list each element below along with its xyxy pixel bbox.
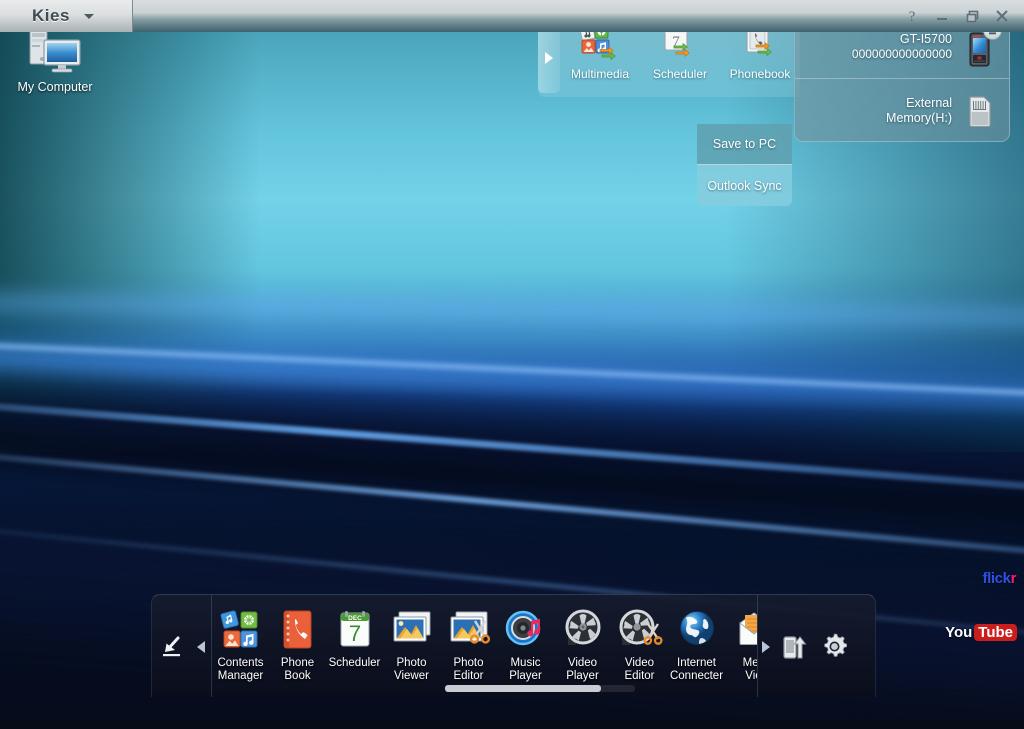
close-button[interactable] xyxy=(988,3,1016,29)
dock-item-photo-editor[interactable]: Photo Editor xyxy=(440,607,497,683)
internet-connecter-icon xyxy=(679,611,714,645)
settings-button[interactable] xyxy=(820,632,849,661)
device-row-external-memory[interactable]: External Memory(H:) xyxy=(795,79,1009,141)
dock-scrollbar-thumb[interactable] xyxy=(445,685,601,692)
youtube-logo-part2: Tube xyxy=(974,624,1017,641)
flickr-logo-part1: flick xyxy=(982,570,1011,587)
dock-item-label: MesVie xyxy=(742,657,757,682)
gear-icon xyxy=(824,633,847,657)
easy-start-item-label: Phonebook xyxy=(729,67,791,81)
title-bar: Kies ? xyxy=(0,0,1024,32)
easy-start-dropdown-menu: Save to PC Outlook Sync xyxy=(697,124,792,206)
device-serial: 000000000000000 xyxy=(851,46,952,61)
dock-item-label: Photo Viewer xyxy=(394,657,429,682)
menu-item-outlook-sync[interactable]: Outlook Sync xyxy=(697,165,792,206)
connected-device-panel: GT-I5700 000000000000000 External Memory… xyxy=(794,14,1010,142)
dock-item-label: Video Editor xyxy=(624,657,655,682)
dock-left-controls xyxy=(152,595,212,697)
dock-item-internet-connecter[interactable]: Internet Connecter xyxy=(668,607,725,683)
memory-card-icon xyxy=(963,89,997,133)
title-bar-background xyxy=(132,0,1024,32)
dock-item-message-viewer[interactable]: MesVie xyxy=(725,607,757,683)
easy-start-item-scheduler[interactable]: 7 Scheduler xyxy=(640,23,720,81)
dock-item-label: Scheduler xyxy=(328,657,381,669)
device-info: External Memory(H:) xyxy=(886,96,952,126)
app-title: Kies xyxy=(32,6,70,25)
device-info: GT-I5700 000000000000000 xyxy=(852,32,952,62)
device-sync-button[interactable] xyxy=(781,632,811,662)
device-name: GT-I5700 xyxy=(899,31,952,46)
wallpaper-left-vignette xyxy=(0,32,260,452)
scheduler-icon: DEC 7 xyxy=(340,611,369,647)
scheduler-day-text: 7 xyxy=(348,621,360,646)
chevron-left-icon[interactable] xyxy=(189,640,205,653)
dock-item-label: Internet Connecter xyxy=(669,657,724,682)
dock-item-label: Music Player xyxy=(509,657,542,682)
device-volume: Memory(H:) xyxy=(886,111,952,125)
photo-editor-icon xyxy=(450,611,490,644)
device-name: External xyxy=(906,96,952,110)
window-controls: ? xyxy=(898,0,1016,32)
flickr-logo[interactable]: flickr xyxy=(982,570,1017,587)
message-viewer-icon xyxy=(739,612,757,645)
dock-item-video-editor[interactable]: Video Editor xyxy=(611,607,668,683)
dock-bottom-strip xyxy=(0,721,1024,729)
application-dock: Contents Manager Phone Book DEC 7 Schedu… xyxy=(151,594,876,697)
dock-items: Contents Manager Phone Book DEC 7 Schedu… xyxy=(212,595,757,697)
dock-scrollbar[interactable] xyxy=(445,685,635,692)
dock-item-label: Phone Book xyxy=(280,657,315,682)
video-player-icon xyxy=(565,609,600,645)
easy-start-expand-button[interactable] xyxy=(538,23,560,93)
desktop-icon-my-computer[interactable]: My Computer xyxy=(8,28,102,94)
app-title-tab[interactable]: Kies xyxy=(0,0,133,32)
dock-item-music-player[interactable]: Music Player xyxy=(497,607,554,683)
youtube-logo[interactable]: You Tube xyxy=(945,624,1017,641)
easy-start-item-multimedia[interactable]: Multimedia xyxy=(560,24,640,81)
easy-start-item-phonebook[interactable]: Phonebook xyxy=(720,24,800,81)
help-button[interactable]: ? xyxy=(898,3,926,29)
dock-item-photo-viewer[interactable]: Photo Viewer xyxy=(383,607,440,683)
easy-start-item-label: Multimedia xyxy=(570,67,630,81)
chevron-right-icon xyxy=(545,52,553,64)
phone-sync-icon xyxy=(783,635,807,659)
video-editor-icon xyxy=(619,609,663,645)
wallpaper-streak xyxy=(0,436,1024,578)
menu-item-save-to-pc[interactable]: Save to PC xyxy=(697,124,792,165)
minimize-button[interactable] xyxy=(928,3,956,29)
restore-button[interactable] xyxy=(958,3,986,29)
phone-book-icon xyxy=(283,610,311,649)
dock-item-label: Photo Editor xyxy=(453,657,484,682)
dock-right-controls xyxy=(757,595,875,697)
dock-item-label: Video Player xyxy=(566,657,599,682)
kies-application-window: Kies ? My Computer Multimedia 7 Schedule… xyxy=(0,0,1024,729)
easy-start-item-label: Scheduler xyxy=(652,67,708,81)
computer-icon xyxy=(29,30,81,73)
desktop-icon-label: My Computer xyxy=(17,80,93,94)
chevron-down-icon[interactable] xyxy=(83,13,94,19)
flickr-logo-part2: r xyxy=(1010,570,1017,587)
svg-text:?: ? xyxy=(909,9,916,24)
music-player-icon xyxy=(505,610,540,646)
dock-item-video-player[interactable]: Video Player xyxy=(554,607,611,683)
dock-item-label: Contents Manager xyxy=(217,657,264,682)
chevron-right-icon[interactable] xyxy=(762,640,770,653)
dock-item-phone-book[interactable]: Phone Book xyxy=(269,607,326,683)
dock-item-scheduler[interactable]: DEC 7 Scheduler xyxy=(326,607,383,670)
save-to-pc-arrow-icon[interactable] xyxy=(159,634,185,660)
dock-item-contents-manager[interactable]: Contents Manager xyxy=(212,607,269,683)
photo-viewer-icon xyxy=(393,611,430,642)
youtube-logo-part1: You xyxy=(945,624,973,641)
contents-manager-icon xyxy=(220,610,257,648)
